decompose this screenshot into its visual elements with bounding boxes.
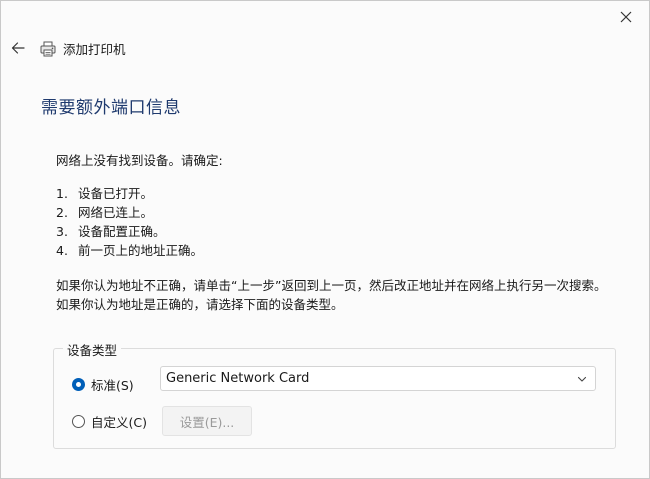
window-title: 添加打印机 [63,42,126,57]
device-type-legend: 设备类型 [63,340,122,359]
custom-radio-option[interactable]: 自定义(C) [72,412,147,431]
instruction-line-1: 如果你认为地址不正确，请单击“上一步”返回到上一页，然后改正地址并在网络上执行另… [56,278,607,293]
page-title: 需要额外端口信息 [41,98,181,118]
chevron-down-icon [577,376,587,382]
back-button[interactable] [7,37,29,59]
add-printer-window: 添加打印机 需要额外端口信息 网络上没有找到设备。请确定: 1. 设备已打开。 … [0,0,650,479]
list-item: 4. 前一页上的地址正确。 [56,243,204,258]
list-item: 2. 网络已连上。 [56,205,154,220]
standard-radio-label[interactable]: 标准(S) [91,375,134,394]
custom-radio-label[interactable]: 自定义(C) [91,412,147,431]
device-type-selected-value: Generic Network Card [166,371,310,386]
printer-icon [39,40,57,58]
list-item: 3. 设备配置正确。 [56,224,166,239]
close-button[interactable] [611,5,641,29]
settings-button[interactable]: 设置(E)... [162,406,252,436]
standard-radio-option[interactable]: 标准(S) [72,375,134,394]
instruction-paragraph: 如果你认为地址不正确，请单击“上一步”返回到上一页，然后改正地址并在网络上执行另… [56,276,606,314]
close-icon [620,11,632,23]
list-item: 1. 设备已打开。 [56,186,154,201]
instruction-line-2: 如果你认为地址是正确的，请选择下面的设备类型。 [56,297,344,312]
device-type-group [53,348,616,449]
device-type-select[interactable]: Generic Network Card [160,366,596,391]
standard-radio[interactable] [72,378,85,391]
checklist: 1. 设备已打开。 2. 网络已连上。 3. 设备配置正确。 4. 前一页上的地… [56,184,203,260]
intro-text: 网络上没有找到设备。请确定: [56,153,223,168]
window-title-area: 添加打印机 [39,39,126,58]
custom-radio[interactable] [72,415,85,428]
back-arrow-icon [11,42,25,54]
